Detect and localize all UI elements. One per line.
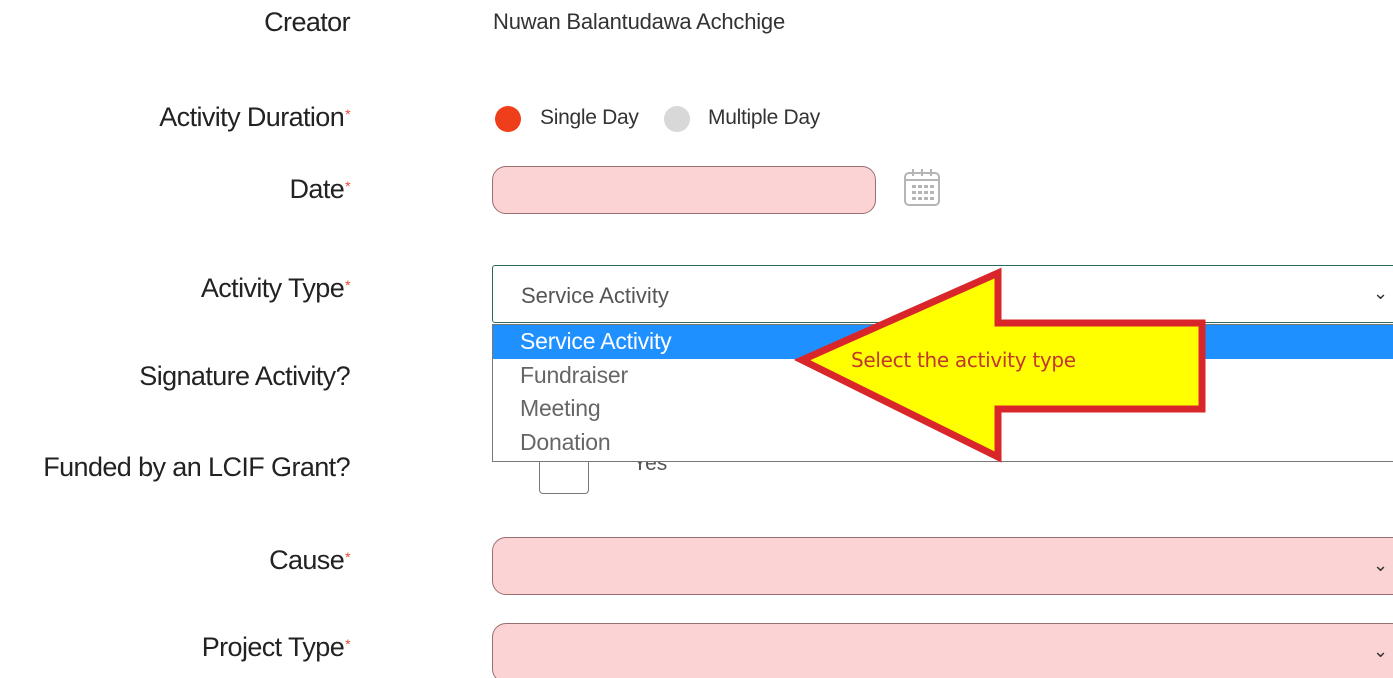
required-mark: * [345, 106, 350, 122]
activity-duration-label: Activity Duration* [159, 102, 350, 133]
date-label-text: Date [289, 174, 345, 204]
lcif-grant-label-text: Funded by an LCIF Grant? [43, 452, 350, 482]
project-type-select[interactable]: ⌄ [492, 623, 1393, 678]
required-mark: * [345, 178, 350, 194]
signature-activity-label-text: Signature Activity? [139, 361, 350, 391]
activity-duration-label-text: Activity Duration [159, 102, 345, 132]
creator-label: Creator [264, 7, 350, 38]
activity-form: Creator Nuwan Balantudawa Achchige Activ… [0, 0, 1393, 678]
cause-select[interactable]: ⌄ [492, 537, 1393, 595]
cause-label: Cause* [269, 545, 351, 576]
required-mark: * [345, 549, 350, 565]
lcif-grant-label: Funded by an LCIF Grant? [43, 452, 350, 483]
project-type-label: Project Type* [201, 632, 351, 663]
chevron-down-icon: ⌄ [1373, 641, 1389, 661]
radio-single-day-label[interactable]: Single Day [540, 106, 639, 130]
activity-type-label: Activity Type* [200, 273, 351, 304]
required-mark: * [345, 636, 350, 652]
radio-single-day[interactable] [495, 106, 521, 132]
project-type-label-text: Project Type [201, 632, 345, 662]
lcif-grant-checkbox[interactable] [539, 462, 589, 494]
radio-multiple-day[interactable] [664, 106, 690, 132]
cause-label-text: Cause [269, 545, 345, 575]
chevron-down-icon: ⌄ [1373, 283, 1389, 303]
date-label: Date* [290, 174, 351, 205]
creator-value: Nuwan Balantudawa Achchige [493, 9, 786, 34]
annotation-text: Select the activity type [851, 348, 1076, 372]
activity-type-label-text: Activity Type [200, 273, 345, 303]
signature-activity-label: Signature Activity? [139, 361, 350, 392]
required-mark: * [345, 277, 350, 293]
calendar-icon[interactable] [903, 167, 941, 207]
radio-multiple-day-label[interactable]: Multiple Day [708, 106, 820, 130]
chevron-down-icon: ⌄ [1373, 555, 1389, 575]
date-input[interactable] [492, 166, 876, 214]
creator-label-text: Creator [264, 7, 350, 37]
activity-type-selected-value: Service Activity [521, 283, 669, 308]
